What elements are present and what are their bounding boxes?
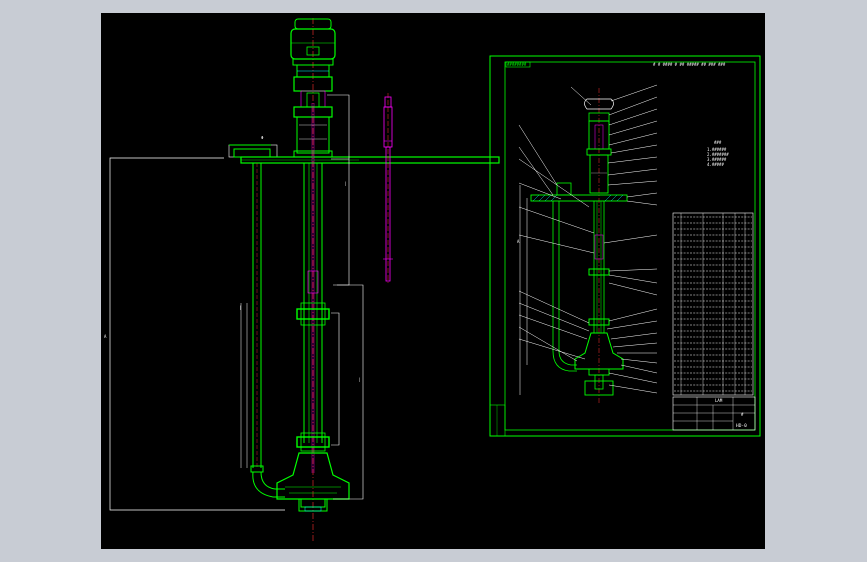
technical-notes: ### 1.###### 2.####### 3.###### 4.##### (707, 140, 729, 167)
pump-assembly-small: A (517, 88, 628, 405)
svg-text:|: | (358, 377, 360, 382)
svg-text:A: A (104, 334, 107, 339)
drawing-sheet: ######## # # #### # ## ##### ## ### ### (489, 55, 761, 437)
outlet-pipe-large (250, 163, 285, 498)
svg-text:4.#####: 4.##### (707, 162, 724, 167)
title-block: LAM HD-0 # (672, 396, 756, 431)
svg-text:Φ: Φ (261, 135, 264, 140)
title-block-small-label: LAM (715, 398, 723, 403)
svg-text:|: | (344, 181, 346, 186)
svg-text:########: ######## (507, 62, 527, 67)
parts-list (672, 212, 754, 396)
mounting-plate-large: Φ (228, 135, 500, 164)
svg-text:A: A (517, 239, 520, 244)
leader-lines-left (518, 86, 595, 362)
svg-text:###: ### (714, 140, 722, 145)
svg-text:|: | (239, 305, 241, 310)
shaft-detail (383, 93, 393, 283)
cad-viewport[interactable]: A Φ | | | ######## # # #### # ## ##### #… (101, 13, 765, 549)
svg-text:#: # (741, 412, 744, 417)
drawing-canvas: A Φ | | | ######## # # #### # ## ##### #… (104, 18, 761, 543)
drawing-number: HD-0 (736, 423, 747, 429)
pump-assembly-large: A Φ | | | (104, 18, 500, 543)
leader-lines-right (603, 84, 658, 394)
svg-text:# # #### # ## ##### ## ###: # # #### # ## ##### ## ### ### (653, 62, 726, 67)
